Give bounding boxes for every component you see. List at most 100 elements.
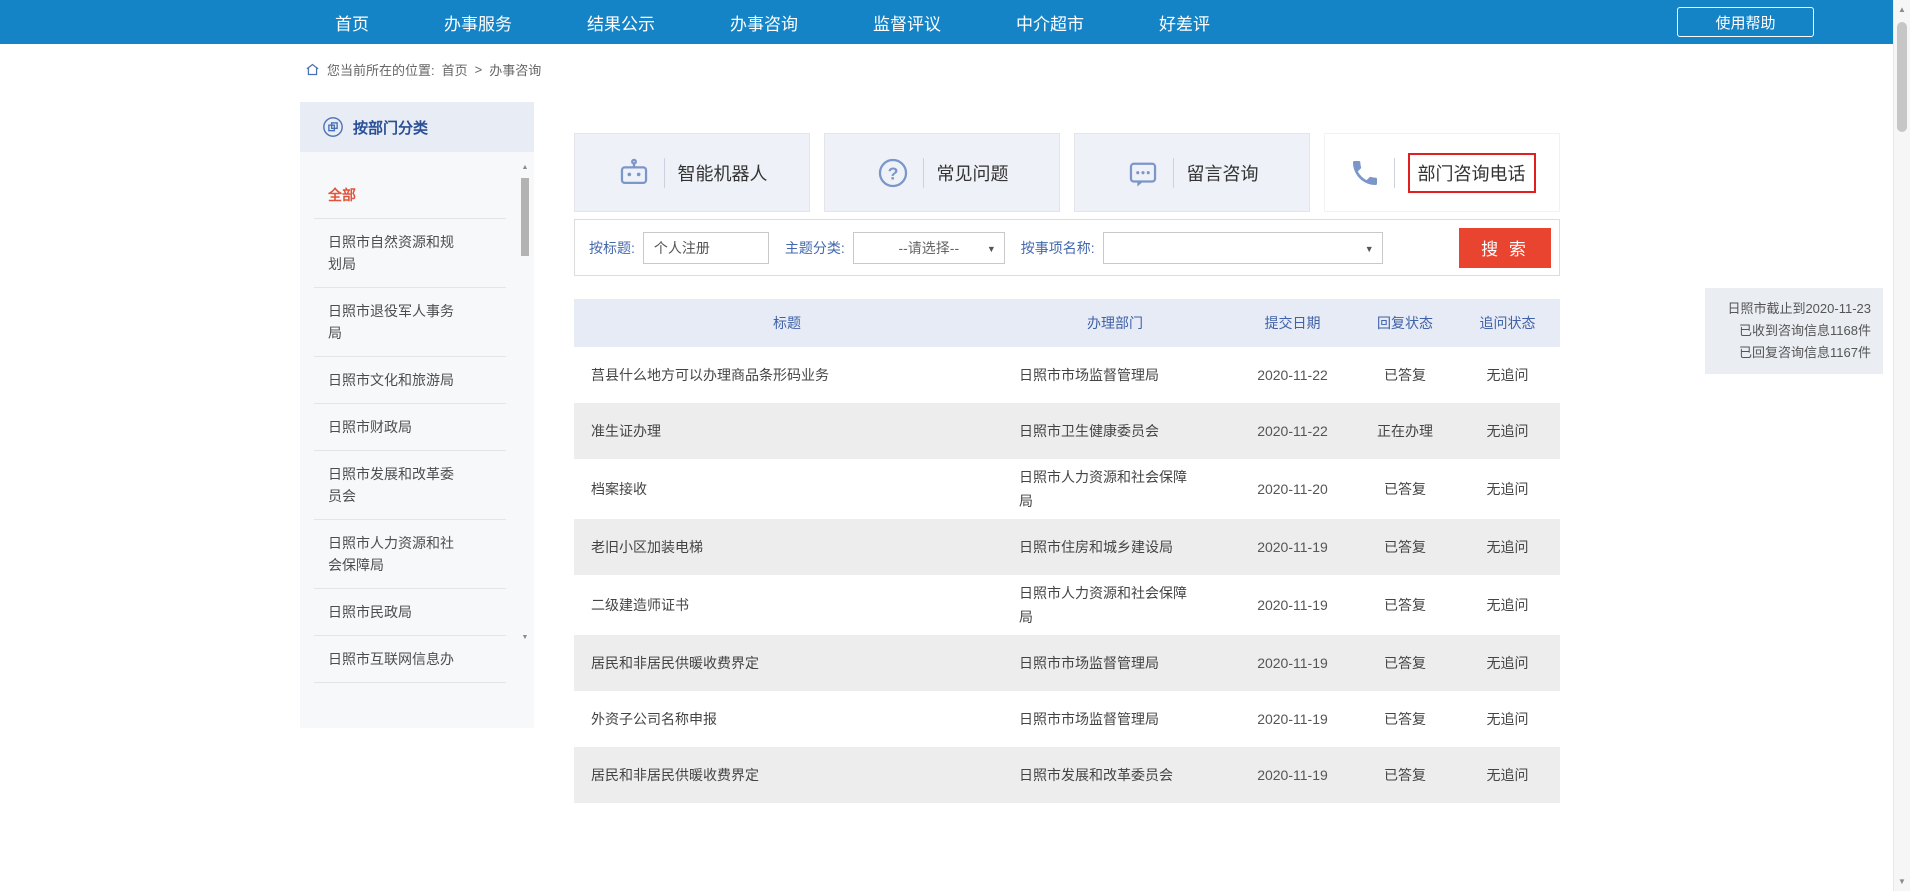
cell-followup-status: 无追问 [1455, 593, 1560, 617]
table-body: 莒县什么地方可以办理商品条形码业务 日照市市场监督管理局 2020-11-22 … [574, 347, 1560, 803]
cell-date: 2020-11-19 [1230, 763, 1355, 787]
table-row[interactable]: 档案接收 日照市人力资源和社会保障局 2020-11-20 已答复 无追问 [574, 459, 1560, 519]
table-header-cell: 标题 [574, 313, 1000, 333]
cell-title[interactable]: 外资子公司名称申报 [574, 707, 1000, 731]
table-row[interactable]: 二级建造师证书 日照市人力资源和社会保障局 2020-11-19 已答复 无追问 [574, 575, 1560, 635]
sidebar-title: 按部门分类 [353, 117, 428, 138]
nav-menu: 首页 办事服务 结果公示 办事咨询 监督评议 中介超市 好差评 [335, 0, 1210, 44]
cell-department: 日照市人力资源和社会保障局 [1000, 459, 1230, 519]
scrollbar-thumb[interactable] [1897, 22, 1907, 132]
tab-label: 常见问题 [937, 160, 1009, 186]
question-icon: ? [876, 156, 910, 190]
chevron-down-icon: ▼ [987, 244, 996, 254]
table-row[interactable]: 老旧小区加装电梯 日照市住房和城乡建设局 2020-11-19 已答复 无追问 [574, 519, 1560, 575]
sidebar-item[interactable]: 日照市互联网信息办 [314, 636, 506, 683]
help-button[interactable]: 使用帮助 [1677, 7, 1814, 37]
breadcrumb-prefix: 您当前所在的位置: [327, 60, 435, 79]
table-header-row: 标题 办理部门 提交日期 回复状态 追问状态 [574, 299, 1560, 347]
consultation-table: 标题 办理部门 提交日期 回复状态 追问状态 莒县什么地方可以办理商品条形码业务… [574, 299, 1560, 803]
search-button[interactable]: 搜 索 [1459, 228, 1551, 268]
scroll-down-icon[interactable]: ▼ [1894, 877, 1910, 886]
sidebar-item[interactable]: 日照市发展和改革委员会 [314, 451, 506, 520]
title-search-input[interactable] [643, 232, 769, 264]
nav-item[interactable]: 好差评 [1159, 10, 1210, 35]
divider [1394, 158, 1395, 188]
breadcrumb-separator: > [475, 62, 483, 77]
cell-date: 2020-11-19 [1230, 535, 1355, 559]
page-scrollbar[interactable]: ▲ ▼ [1893, 0, 1910, 891]
cell-title[interactable]: 档案接收 [574, 477, 1000, 501]
nav-item[interactable]: 结果公示 [587, 10, 655, 35]
scroll-down-icon[interactable]: ▼ [520, 634, 530, 642]
cell-title[interactable]: 居民和非居民供暖收费界定 [574, 763, 1000, 787]
cell-title[interactable]: 二级建造师证书 [574, 593, 1000, 617]
nav-item[interactable]: 中介超市 [1016, 10, 1084, 35]
tab-message-consult[interactable]: 留言咨询 [1074, 133, 1310, 212]
cell-title[interactable]: 居民和非居民供暖收费界定 [574, 651, 1000, 675]
sidebar-item[interactable]: 日照市民政局 [314, 589, 506, 636]
item-filter-label: 按事项名称: [1021, 238, 1095, 258]
table-row[interactable]: 居民和非居民供暖收费界定 日照市发展和改革委员会 2020-11-19 已答复 … [574, 747, 1560, 803]
category-filter-label: 主题分类: [785, 238, 845, 258]
breadcrumb-current: 办事咨询 [489, 60, 541, 79]
category-icon [322, 116, 344, 138]
table-row[interactable]: 居民和非居民供暖收费界定 日照市市场监督管理局 2020-11-19 已答复 无… [574, 635, 1560, 691]
tab-department-phone[interactable]: 部门咨询电话 [1324, 133, 1560, 212]
svg-text:?: ? [887, 163, 898, 183]
scroll-up-icon[interactable]: ▲ [1894, 5, 1910, 14]
cell-reply-status: 已答复 [1355, 477, 1455, 501]
main-content: 智能机器人 ? 常见问题 留 [574, 133, 1560, 803]
cell-department: 日照市市场监督管理局 [1000, 357, 1230, 393]
sidebar-header: 按部门分类 [300, 102, 534, 152]
stats-line3: 已回复咨询信息1167件 [1717, 342, 1871, 364]
tab-faq[interactable]: ? 常见问题 [824, 133, 1060, 212]
search-bar: 按标题: 主题分类: --请选择-- ▼ 按事项名称: ▼ 搜 索 [574, 219, 1560, 276]
breadcrumb-home[interactable]: 首页 [442, 60, 468, 79]
item-name-select[interactable]: ▼ [1103, 232, 1383, 264]
tab-label: 留言咨询 [1187, 160, 1259, 186]
table-header-cell: 追问状态 [1455, 313, 1560, 333]
cell-reply-status: 正在办理 [1355, 419, 1455, 443]
cell-title[interactable]: 莒县什么地方可以办理商品条形码业务 [574, 363, 1000, 387]
cell-followup-status: 无追问 [1455, 707, 1560, 731]
category-select[interactable]: --请选择-- ▼ [853, 232, 1005, 264]
cell-department: 日照市住房和城乡建设局 [1000, 529, 1230, 565]
table-header-cell: 办理部门 [1000, 313, 1230, 333]
cell-date: 2020-11-19 [1230, 651, 1355, 675]
cell-followup-status: 无追问 [1455, 535, 1560, 559]
nav-item[interactable]: 办事服务 [444, 10, 512, 35]
home-icon [305, 62, 320, 77]
sidebar-item[interactable]: 日照市文化和旅游局 [314, 357, 506, 404]
cell-reply-status: 已答复 [1355, 593, 1455, 617]
nav-item[interactable]: 监督评议 [873, 10, 941, 35]
sidebar-item[interactable]: 日照市自然资源和规划局 [314, 219, 506, 288]
nav-item[interactable]: 首页 [335, 10, 369, 35]
stats-line2: 已收到咨询信息1168件 [1717, 320, 1871, 342]
cell-followup-status: 无追问 [1455, 477, 1560, 501]
cell-followup-status: 无追问 [1455, 651, 1560, 675]
stats-line1: 日照市截止到2020-11-23 [1717, 298, 1871, 320]
divider [1173, 158, 1174, 188]
department-sidebar: 按部门分类 全部 日照市自然资源和规划局 日照市退役军人事务局 日照市文化和旅游… [300, 102, 534, 728]
table-row[interactable]: 准生证办理 日照市卫生健康委员会 2020-11-22 正在办理 无追问 [574, 403, 1560, 459]
scroll-up-icon[interactable]: ▲ [520, 164, 530, 172]
cell-date: 2020-11-20 [1230, 477, 1355, 501]
sidebar-item[interactable]: 日照市人力资源和社会保障局 [314, 520, 506, 589]
consultation-stats: 日照市截止到2020-11-23 已收到咨询信息1168件 已回复咨询信息116… [1705, 288, 1883, 374]
table-row[interactable]: 莒县什么地方可以办理商品条形码业务 日照市市场监督管理局 2020-11-22 … [574, 347, 1560, 403]
table-header-cell: 提交日期 [1230, 313, 1355, 333]
sidebar-item[interactable]: 日照市财政局 [314, 404, 506, 451]
nav-item[interactable]: 办事咨询 [730, 10, 798, 35]
cell-date: 2020-11-19 [1230, 707, 1355, 731]
sidebar-item[interactable]: 日照市退役军人事务局 [314, 288, 506, 357]
tab-smart-robot[interactable]: 智能机器人 [574, 133, 810, 212]
scrollbar-thumb[interactable] [521, 178, 529, 256]
cell-title[interactable]: 老旧小区加装电梯 [574, 535, 1000, 559]
sidebar-item[interactable]: 全部 [314, 172, 506, 219]
cell-date: 2020-11-19 [1230, 593, 1355, 617]
cell-title[interactable]: 准生证办理 [574, 419, 1000, 443]
table-row[interactable]: 外资子公司名称申报 日照市市场监督管理局 2020-11-19 已答复 无追问 [574, 691, 1560, 747]
tab-label-highlighted: 部门咨询电话 [1408, 153, 1536, 193]
sidebar-scrollbar[interactable]: ▲ ▼ [520, 164, 530, 642]
cell-reply-status: 已答复 [1355, 707, 1455, 731]
